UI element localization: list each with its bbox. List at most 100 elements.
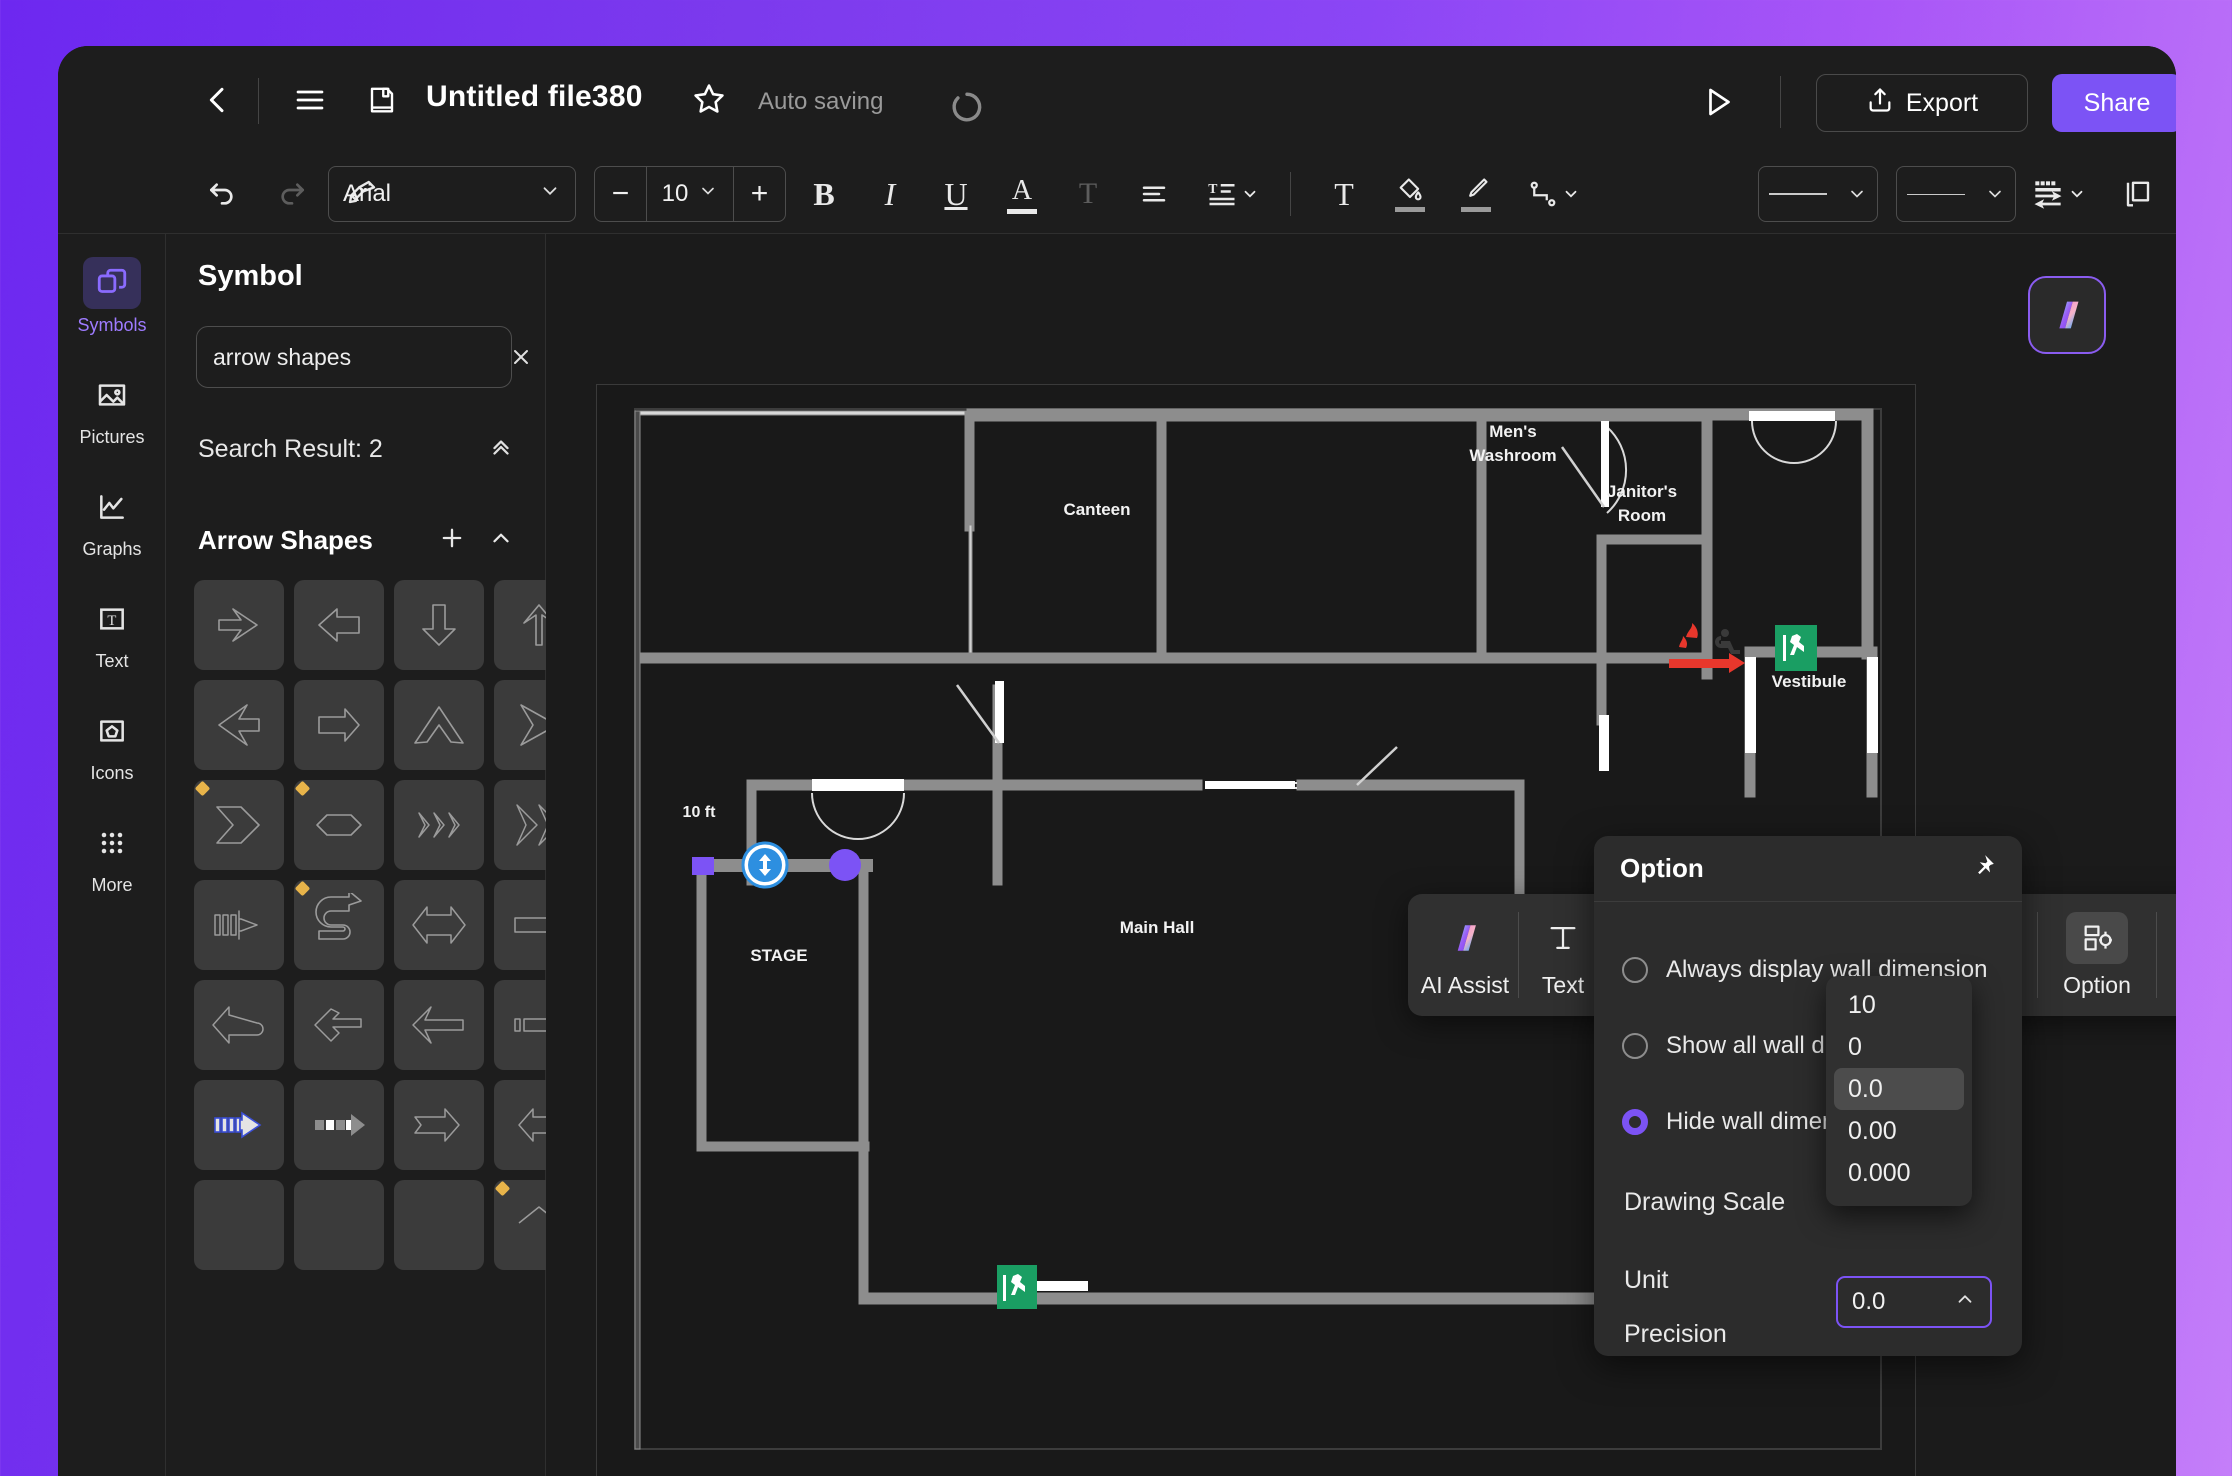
symbol-arrow-down-block[interactable]	[394, 580, 484, 670]
sidebar-item-icons[interactable]: Icons	[68, 698, 156, 790]
chevron-down-icon	[698, 180, 718, 208]
ctx-ai-assist-button[interactable]: AI Assist	[1412, 894, 1518, 1016]
graphs-icon	[83, 481, 141, 533]
undo-icon[interactable]	[196, 168, 248, 220]
sidebar-label-text: Text	[95, 650, 129, 671]
symbol-arrow-partial-1[interactable]	[194, 1180, 284, 1270]
text-tool-icon	[1532, 912, 1594, 964]
symbol-striped-arrow-right[interactable]	[194, 880, 284, 970]
svg-text:T: T	[107, 613, 116, 629]
symbol-arrow-right-filled-striped[interactable]	[194, 1080, 284, 1170]
arrow-style-icon[interactable]	[2024, 168, 2094, 220]
symbol-arrow-left-thick[interactable]	[394, 980, 484, 1070]
symbol-hexagon-arrow[interactable]	[294, 780, 384, 870]
save-disk-icon[interactable]	[360, 78, 404, 122]
sidebar-item-text[interactable]: T Text	[68, 586, 156, 678]
line-brush-icon[interactable]	[1452, 168, 1500, 220]
sidebar-label-symbols: Symbols	[77, 314, 147, 335]
font-size-text: 10	[661, 180, 689, 207]
export-button[interactable]: Export	[1816, 74, 2028, 132]
connector-icon[interactable]	[1518, 168, 1590, 220]
symbol-arrow-right-notched[interactable]	[194, 580, 284, 670]
font-size-decrease-button[interactable]: −	[595, 167, 647, 221]
text-spacing-icon[interactable]: T	[1198, 168, 1268, 220]
symbol-panel: Symbol Search Result: 2 Arrow Shapes	[166, 234, 584, 1476]
precision-option-0-000[interactable]: 0.000	[1834, 1152, 1964, 1194]
hamburger-menu-icon[interactable]	[288, 78, 332, 122]
font-family-select[interactable]: Arial	[328, 166, 576, 222]
font-size-increase-button[interactable]: +	[733, 167, 785, 221]
room-label-canteen: Canteen	[1063, 500, 1130, 519]
symbol-arrow-left-block[interactable]	[294, 580, 384, 670]
double-chevron-up-icon[interactable]	[488, 434, 514, 465]
close-x-icon[interactable]	[509, 340, 533, 374]
option-panel-title: Option	[1620, 853, 1704, 883]
underline-icon[interactable]: U	[932, 168, 980, 220]
symbol-arrow-left-notched[interactable]	[294, 980, 384, 1070]
redo-icon[interactable]	[266, 168, 318, 220]
back-chevron-icon[interactable]	[196, 78, 240, 122]
symbol-pentagon-arrow-right[interactable]	[194, 780, 284, 870]
sidebar-item-pictures[interactable]: Pictures	[68, 362, 156, 454]
room-label-janitors-2: Room	[1618, 506, 1666, 525]
italic-icon[interactable]: I	[866, 168, 914, 220]
fill-bucket-icon[interactable]	[1386, 168, 1434, 220]
room-label-stage: STAGE	[750, 946, 807, 965]
symbol-s-curved-arrow-right[interactable]	[294, 880, 384, 970]
line-color-swatch	[1461, 207, 1491, 212]
titlebar-divider-1	[258, 78, 259, 124]
line-weight-select[interactable]	[1896, 166, 2016, 222]
precision-option-0-0[interactable]: 0.0	[1834, 1068, 1964, 1110]
line-weight-preview	[1907, 193, 1965, 195]
sidebar-item-symbols[interactable]: Symbols	[68, 250, 156, 342]
symbol-arrow-right-dashed-gray[interactable]	[294, 1080, 384, 1170]
line-style-select[interactable]	[1758, 166, 1878, 222]
sidebar-item-graphs[interactable]: Graphs	[68, 474, 156, 566]
symbol-arrow-right-chevron-tail[interactable]	[394, 1080, 484, 1170]
ai-assist-fab[interactable]	[2028, 276, 2106, 354]
star-icon[interactable]	[688, 78, 730, 120]
symbol-arrow-partial-2[interactable]	[294, 1180, 384, 1270]
upload-share-icon	[1866, 86, 1894, 121]
ctx-option-button[interactable]: Option	[2038, 894, 2156, 1016]
symbol-double-headed-arrow[interactable]	[394, 880, 484, 970]
present-play-icon[interactable]	[1694, 78, 1742, 126]
share-label: Share	[2083, 88, 2151, 117]
bold-icon[interactable]: B	[800, 168, 848, 220]
ctx-wall-button[interactable]: Wall	[2157, 894, 2176, 1016]
symbol-arrow-partial-3[interactable]	[394, 1180, 484, 1270]
formatbar-divider	[1290, 172, 1291, 216]
symbol-search-box[interactable]	[196, 326, 567, 388]
font-color-icon[interactable]: A	[998, 168, 1046, 220]
share-button[interactable]: Share	[2052, 74, 2176, 132]
symbol-chevron-right-triple-small[interactable]	[394, 780, 484, 870]
option-icon	[2066, 911, 2128, 964]
symbol-arrow-left-chevron-tail[interactable]	[194, 680, 284, 770]
symbol-arrow-right-block[interactable]	[294, 680, 384, 770]
accessibility-marker	[1715, 629, 1740, 654]
precision-option-10[interactable]: 10	[1834, 984, 1964, 1026]
title-bar: Untitled file380 Auto saving Export Shar…	[58, 46, 2176, 154]
pin-icon[interactable]	[1970, 853, 1996, 884]
precision-select[interactable]: 0.0	[1836, 1276, 1992, 1328]
text-box-icon[interactable]: T	[1320, 168, 1368, 220]
align-left-icon[interactable]	[1130, 168, 1178, 220]
autosave-status: Auto saving	[758, 88, 884, 115]
symbol-chevron-up-wide[interactable]	[394, 680, 484, 770]
field-label-precision: Precision	[1624, 1320, 1727, 1348]
search-input[interactable]	[213, 343, 509, 371]
font-size-value[interactable]: 10	[647, 167, 733, 221]
chevron-up-icon[interactable]	[488, 525, 514, 556]
option-panel-header: Option	[1594, 836, 2022, 902]
sidebar-item-more[interactable]: More	[68, 810, 156, 902]
plus-icon[interactable]	[438, 524, 466, 557]
font-size-stepper[interactable]: − 10 +	[594, 166, 786, 222]
precision-option-0-00[interactable]: 0.00	[1834, 1110, 1964, 1152]
layers-icon[interactable]	[2114, 168, 2162, 220]
strikethrough-icon[interactable]: T	[1064, 168, 1112, 220]
precision-dropdown[interactable]: 10 0 0.0 0.00 0.000	[1826, 976, 1972, 1206]
dimension-label: 10 ft	[683, 804, 717, 821]
symbol-arrow-left-rounded[interactable]	[194, 980, 284, 1070]
precision-option-0[interactable]: 0	[1834, 1026, 1964, 1068]
ai-assist-icon	[2059, 301, 2079, 329]
